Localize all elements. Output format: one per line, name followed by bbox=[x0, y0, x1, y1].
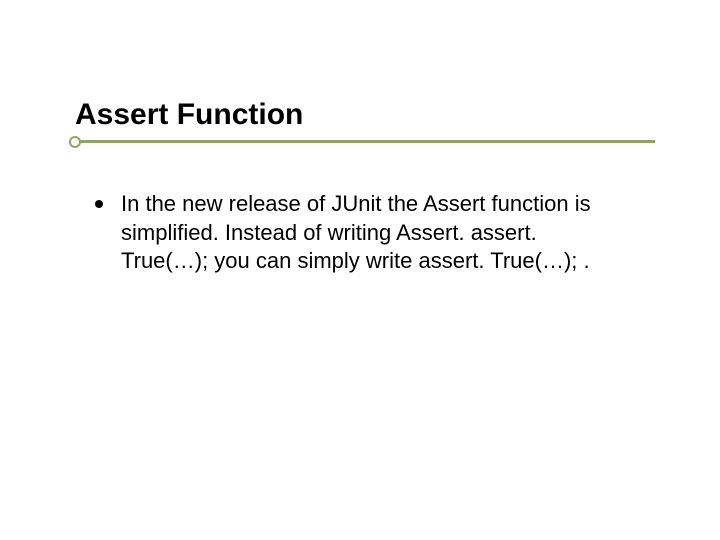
underline-bar bbox=[75, 140, 655, 143]
bullet-text: In the new release of JUnit the Assert f… bbox=[121, 190, 615, 276]
title-underline bbox=[75, 140, 655, 150]
list-item: In the new release of JUnit the Assert f… bbox=[95, 190, 615, 276]
slide-body: In the new release of JUnit the Assert f… bbox=[95, 190, 615, 276]
bullet-icon bbox=[95, 200, 103, 208]
slide: Assert Function In the new release of JU… bbox=[0, 0, 720, 540]
slide-title: Assert Function bbox=[75, 98, 303, 132]
underline-dot-icon bbox=[69, 136, 81, 148]
